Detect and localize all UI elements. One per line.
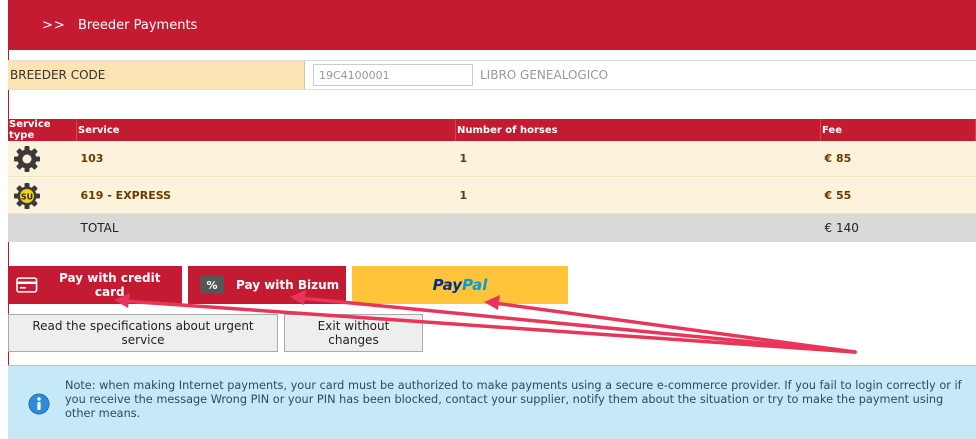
fee-cell: € 55 <box>820 178 976 214</box>
breadcrumb-arrows: >> <box>42 17 66 33</box>
table-row: SU 619 - EXPRESS 1 € 55 <box>8 178 976 214</box>
paypal-button[interactable]: Pay Pal <box>352 266 568 304</box>
exit-without-changes-button[interactable]: Exit without changes <box>284 314 423 352</box>
service-cell: 103 <box>76 141 456 177</box>
service-type-cell <box>8 141 77 177</box>
table-header-row: Service type Service Number of horses Fe… <box>8 119 976 141</box>
annotation-arrow <box>492 301 857 354</box>
paypal-logo-pal: Pal <box>462 276 488 294</box>
table-row: 103 1 € 85 <box>8 141 976 177</box>
total-value: € 140 <box>820 213 976 242</box>
service-cell: 619 - EXPRESS <box>76 178 456 214</box>
col-horses: Number of horses <box>455 119 821 141</box>
breeder-code-row: BREEDER CODE LIBRO GENEALOGICO <box>8 60 976 90</box>
page: >> Breeder Payments BREEDER CODE LIBRO G… <box>0 0 976 439</box>
pay-credit-card-label: Pay with credit card <box>59 271 161 299</box>
page-header: >> Breeder Payments <box>8 0 976 50</box>
gear-su-icon: SU <box>14 182 40 209</box>
total-label: TOTAL <box>76 213 456 242</box>
horses-cell: 1 <box>455 141 821 177</box>
col-fee: Fee <box>820 119 976 141</box>
info-note: Note: when making Internet payments, you… <box>8 365 976 439</box>
total-row: TOTAL € 140 <box>8 213 976 242</box>
info-icon <box>28 393 50 415</box>
col-service-type: Service type <box>8 119 77 141</box>
service-type-cell: SU <box>8 178 77 214</box>
pay-credit-card-button[interactable]: Pay with credit card <box>8 266 182 304</box>
pay-bizum-label: Pay with Bizum <box>236 278 340 292</box>
breeder-code-label: BREEDER CODE <box>8 61 305 89</box>
pay-bizum-button[interactable]: % Pay with Bizum <box>188 266 346 304</box>
breeder-code-field[interactable] <box>313 64 473 86</box>
page-title: Breeder Payments <box>77 17 198 33</box>
fee-cell: € 85 <box>820 141 976 177</box>
bizum-icon: % <box>200 276 224 294</box>
paypal-logo-pay: Pay <box>432 276 463 294</box>
su-badge-text: SU <box>21 192 33 201</box>
book-label: LIBRO GENEALOGICO <box>480 68 609 82</box>
horses-cell: 1 <box>455 178 821 214</box>
col-service: Service <box>76 119 456 141</box>
breadcrumb: >> Breeder Payments <box>42 18 197 33</box>
services-table: Service type Service Number of horses Fe… <box>8 119 976 242</box>
note-text: Note: when making Internet payments, you… <box>65 379 962 420</box>
credit-card-icon <box>16 277 38 293</box>
gear-icon <box>14 145 40 172</box>
read-specifications-button[interactable]: Read the specifications about urgent ser… <box>8 314 278 352</box>
